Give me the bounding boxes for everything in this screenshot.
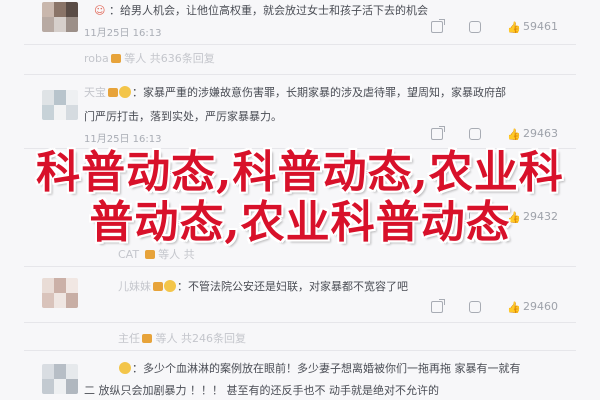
comment-actions: 👍 29460 xyxy=(431,298,558,314)
vip-icon xyxy=(110,54,121,63)
share-button[interactable] xyxy=(431,298,445,313)
reply-button[interactable] xyxy=(469,127,481,140)
avatar[interactable] xyxy=(42,278,78,308)
avatar[interactable] xyxy=(42,2,78,32)
vip-icon xyxy=(108,88,118,97)
thumbs-up-icon: 👍 xyxy=(507,127,521,141)
comment-text: ：多少个血淋淋的案例放在眼前！多少妻子想离婚被你们一拖再拖 家暴有一就有 xyxy=(118,360,521,376)
like-button[interactable]: 👍 59461 xyxy=(507,20,558,34)
avatar[interactable] xyxy=(42,90,78,120)
comment-actions: 👍 29463 xyxy=(431,125,558,141)
like-button[interactable]: 👍 29463 xyxy=(507,127,558,141)
share-button[interactable] xyxy=(431,125,445,140)
overlay-line-2: 普动态,农业科普动态 xyxy=(89,197,511,248)
comment-icon xyxy=(469,127,481,140)
like-count: 29460 xyxy=(523,300,558,313)
comment-time: 11月25日 16:13 xyxy=(84,28,162,39)
reply-summary[interactable]: roba 等人 共636条回复 xyxy=(84,50,215,66)
reply-button[interactable] xyxy=(469,20,481,33)
share-icon xyxy=(431,18,445,33)
divider xyxy=(24,74,576,75)
comment-text-continued: 门严厉打击，落到实处，严厉家暴暴力。 xyxy=(84,110,282,123)
emoji-icon xyxy=(164,280,176,292)
thumbs-up-icon: 👍 xyxy=(507,300,521,314)
comment-text: 天宝 ：家暴严重的涉嫌故意伤害罪，长期家暴的涉及虐待罪，望周知，家暴政府部 xyxy=(84,86,506,99)
like-button[interactable]: 👍 29460 xyxy=(507,300,558,314)
comment-text: 儿妹妹 ：不管法院公安还是妇联，对家暴都不宽容了吧 xyxy=(118,280,408,293)
share-button[interactable] xyxy=(431,18,445,33)
username[interactable]: 天宝 xyxy=(84,86,106,99)
thumbs-up-icon: 👍 xyxy=(507,20,521,34)
comment-actions: 👍 59461 xyxy=(431,18,558,34)
vip-icon xyxy=(144,250,155,259)
emoji-icon xyxy=(119,362,131,374)
divider xyxy=(24,266,576,267)
reply-summary[interactable]: CAT 等人 共 xyxy=(118,246,195,262)
share-icon xyxy=(431,298,445,313)
comment-feed: ☺ ：给男人机会，让他位高权重，就会放过女士和孩子活下去的机会 11月25日 1… xyxy=(0,0,600,400)
share-icon xyxy=(431,125,445,140)
divider xyxy=(24,322,576,323)
reply-button[interactable] xyxy=(469,300,481,313)
comment-text: ☺ ：给男人机会，让他位高权重，就会放过女士和孩子活下去的机会 xyxy=(94,4,428,17)
overlay-line-1: 科普动态,科普动态,农业科 xyxy=(36,147,564,198)
reply-summary[interactable]: 主任 等人 共246条回复 xyxy=(118,330,246,346)
comment-time: 11月25日 16:13 xyxy=(84,134,162,145)
comment-text-continued: 二 放纵只会加剧暴力 ！！！ 甚至有的还反手也不 动手就是绝对不允许的 xyxy=(84,384,439,397)
like-count: 29463 xyxy=(523,127,558,140)
vip-icon xyxy=(142,334,152,343)
divider xyxy=(24,44,576,45)
comment-icon xyxy=(469,300,481,313)
avatar[interactable] xyxy=(42,364,78,394)
username[interactable]: 儿妹妹 xyxy=(118,280,151,293)
comment-icon xyxy=(469,20,481,33)
vip-icon xyxy=(153,282,163,291)
overlay-headline: 科普动态,科普动态,农业科 普动态,农业科普动态 xyxy=(30,148,570,248)
divider xyxy=(24,350,576,351)
emoji-icon xyxy=(119,86,131,98)
like-count: 59461 xyxy=(523,20,558,33)
